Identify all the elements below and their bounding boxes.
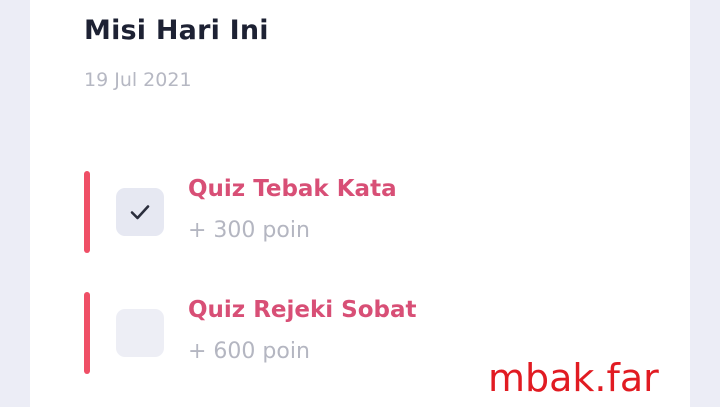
mission-accent-bar bbox=[84, 171, 90, 253]
mission-checkbox-unchecked[interactable] bbox=[116, 309, 164, 357]
daily-missions-card: Misi Hari Ini 19 Jul 2021 Quiz Tebak Kat… bbox=[30, 0, 690, 407]
mission-title: Quiz Tebak Kata bbox=[188, 176, 397, 202]
mission-accent-bar bbox=[84, 292, 90, 374]
mission-item-quiz-tebak-kata[interactable]: Quiz Tebak Kata + 300 poin bbox=[84, 171, 644, 253]
mission-date: 19 Jul 2021 bbox=[84, 69, 192, 91]
page-title: Misi Hari Ini bbox=[84, 15, 269, 46]
watermark-text: mbak.far bbox=[488, 356, 659, 400]
mission-points: + 300 poin bbox=[188, 218, 310, 243]
mission-checkbox-checked[interactable] bbox=[116, 188, 164, 236]
mission-points: + 600 poin bbox=[188, 339, 310, 364]
checkmark-icon bbox=[130, 205, 150, 220]
mission-title: Quiz Rejeki Sobat bbox=[188, 297, 417, 323]
